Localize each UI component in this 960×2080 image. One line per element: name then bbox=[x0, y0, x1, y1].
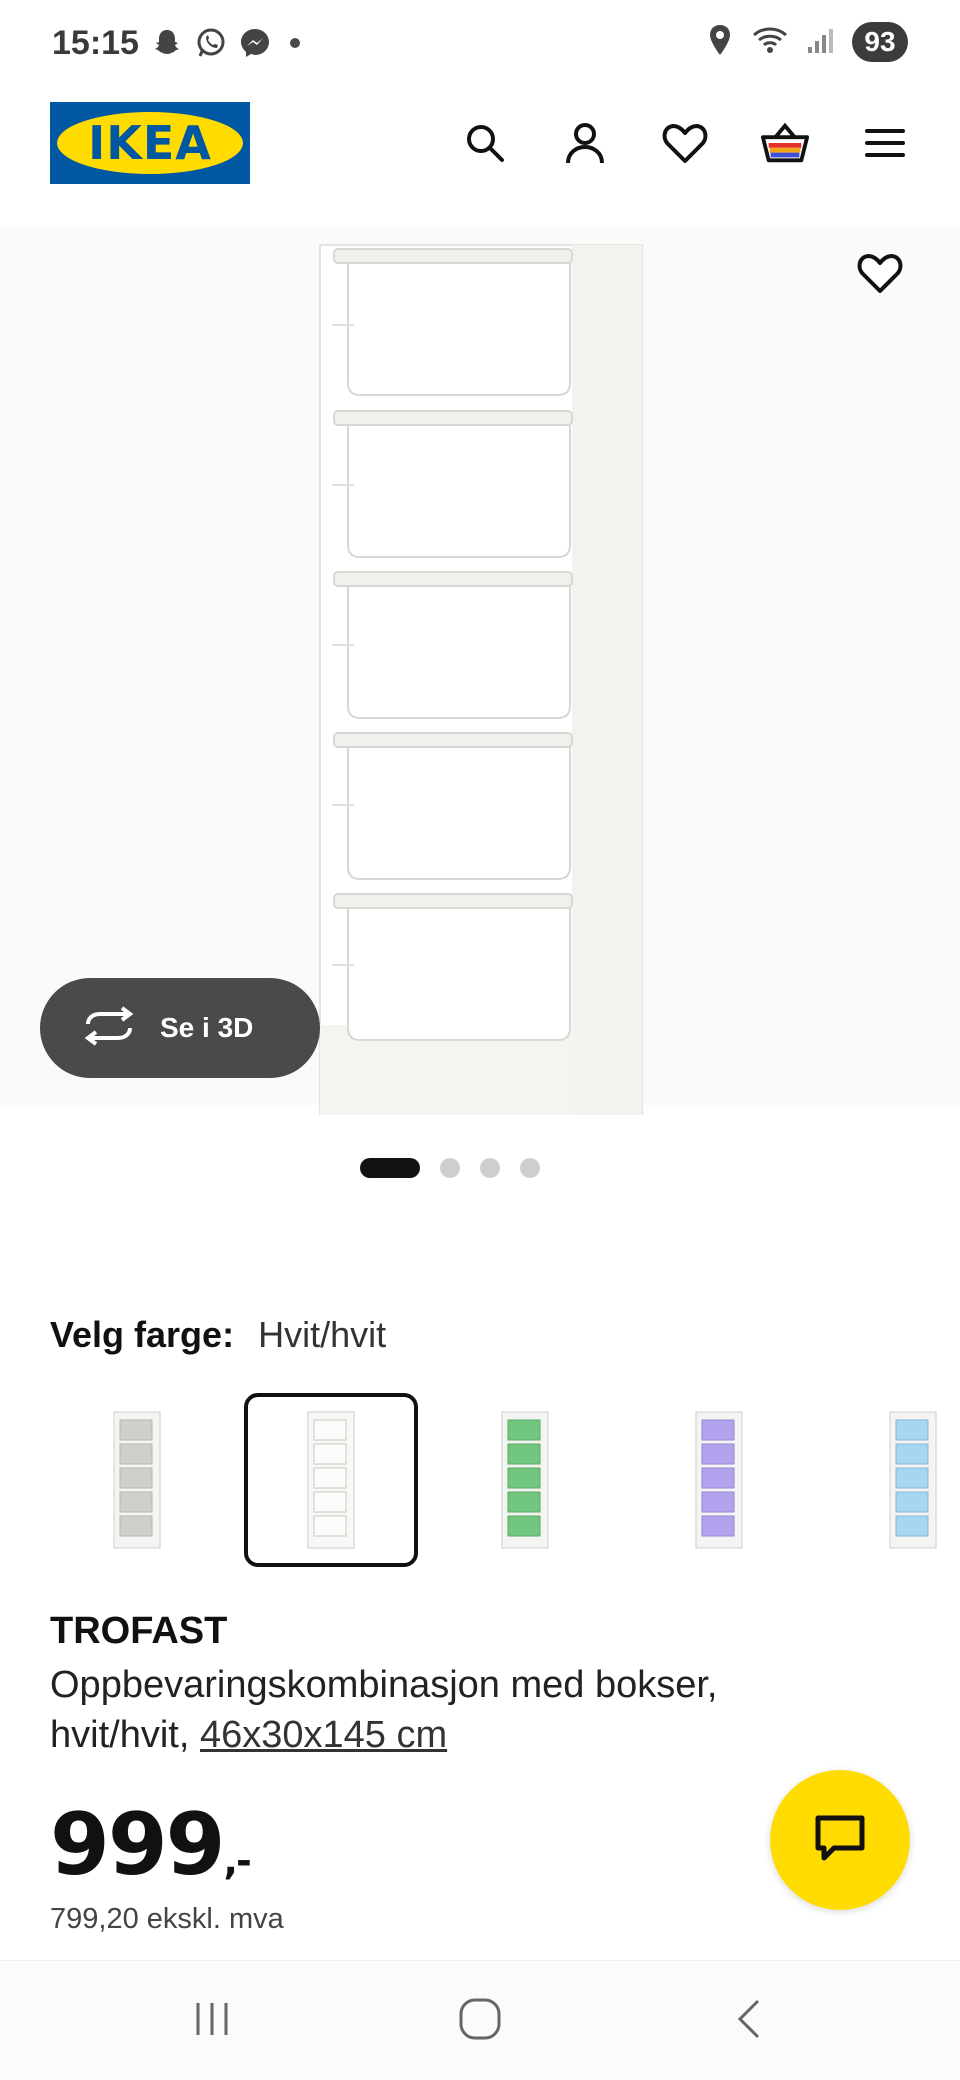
status-time: 15:15 bbox=[52, 24, 139, 62]
snapchat-icon bbox=[150, 26, 184, 60]
product-image bbox=[319, 244, 643, 1115]
site-header: IKEA bbox=[0, 100, 960, 190]
signal-icon bbox=[806, 23, 836, 62]
home-icon bbox=[456, 1995, 504, 2048]
color-selector-heading: Velg farge: Hvit/hvit bbox=[50, 1314, 386, 1356]
color-swatch-grey[interactable] bbox=[50, 1393, 224, 1567]
system-icons: 93 bbox=[706, 22, 908, 62]
view-in-3d-button[interactable]: Se i 3D bbox=[40, 978, 320, 1078]
header-actions bbox=[460, 118, 910, 168]
pagination-dot-4[interactable] bbox=[520, 1158, 540, 1178]
ikea-logo[interactable]: IKEA bbox=[50, 102, 250, 184]
back-icon bbox=[730, 1995, 770, 2048]
color-swatch-light-blue[interactable] bbox=[826, 1393, 960, 1567]
chat-icon bbox=[812, 1812, 868, 1869]
product-price: 999,- bbox=[50, 1795, 252, 1895]
back-button[interactable] bbox=[710, 1991, 790, 2051]
color-label: Velg farge: bbox=[50, 1314, 235, 1355]
heart-icon[interactable] bbox=[660, 118, 710, 168]
product-measurement-link[interactable]: 46x30x145 cm bbox=[200, 1714, 447, 1756]
price-excl-vat: 799,20 ekskl. mva bbox=[50, 1903, 284, 1935]
color-swatches bbox=[50, 1393, 960, 1569]
location-icon bbox=[706, 23, 734, 62]
search-icon[interactable] bbox=[460, 118, 510, 168]
color-swatch-lilac[interactable] bbox=[632, 1393, 806, 1567]
pagination-dot-1[interactable] bbox=[360, 1158, 420, 1178]
basket-icon[interactable] bbox=[760, 118, 810, 168]
add-to-favorites-button[interactable] bbox=[850, 245, 910, 305]
recent-apps-icon bbox=[190, 1997, 234, 2046]
home-button[interactable] bbox=[440, 1991, 520, 2051]
wifi-icon bbox=[750, 23, 790, 62]
product-image-gallery[interactable]: Se i 3D bbox=[0, 225, 960, 1115]
messenger-icon bbox=[238, 26, 272, 60]
system-navigation-bar bbox=[0, 1960, 960, 2080]
battery-indicator: 93 bbox=[852, 22, 908, 62]
menu-icon[interactable] bbox=[860, 118, 910, 168]
more-notifications-dot bbox=[290, 38, 300, 48]
product-description: Oppbevaringskombinasjon med bokser, hvit… bbox=[50, 1660, 810, 1760]
selected-color-value: Hvit/hvit bbox=[258, 1314, 387, 1355]
price-suffix: ,- bbox=[223, 1839, 252, 1883]
view-in-3d-label: Se i 3D bbox=[160, 1012, 254, 1043]
gallery-pagination bbox=[0, 1158, 960, 1178]
status-bar: 15:15 93 bbox=[0, 0, 960, 90]
notification-icons bbox=[150, 26, 300, 60]
color-swatch-green[interactable] bbox=[438, 1393, 612, 1567]
logo-text: IKEA bbox=[88, 116, 212, 170]
product-name: TROFAST bbox=[50, 1610, 228, 1652]
whatsapp-icon bbox=[194, 26, 228, 60]
chat-button[interactable] bbox=[770, 1770, 910, 1910]
price-main: 999 bbox=[50, 1795, 226, 1895]
heart-icon bbox=[857, 251, 903, 300]
pagination-dot-3[interactable] bbox=[480, 1158, 500, 1178]
logo-oval: IKEA bbox=[57, 112, 243, 174]
recent-apps-button[interactable] bbox=[172, 1991, 252, 2051]
color-swatch-white[interactable] bbox=[244, 1393, 418, 1567]
pagination-dot-2[interactable] bbox=[440, 1158, 460, 1178]
rotate-3d-icon bbox=[82, 1005, 136, 1051]
profile-icon[interactable] bbox=[560, 118, 610, 168]
